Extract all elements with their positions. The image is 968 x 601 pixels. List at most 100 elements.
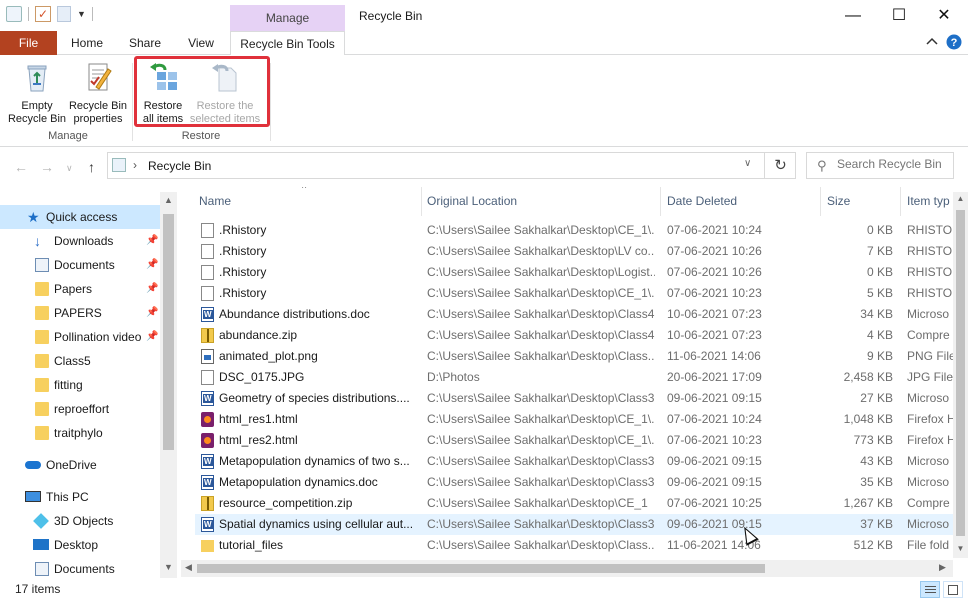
file-row[interactable]: tutorial_files C:\Users\Sailee Sakhalkar\…: [195, 535, 955, 556]
sidebar-item-desktop[interactable]: Desktop: [0, 533, 162, 557]
column-header-date-deleted[interactable]: Date Deleted: [667, 187, 737, 216]
new-folder-icon[interactable]: [57, 6, 71, 22]
refresh-button[interactable]: ↻: [764, 152, 796, 179]
file-row[interactable]: .Rhistory C:\Users\Sailee Sakhalkar\Deskt…: [195, 220, 955, 241]
file-list-vertical-scrollbar[interactable]: ▲ ▼: [953, 192, 968, 558]
sidebar-item-fitting[interactable]: fitting: [0, 373, 162, 397]
breadcrumb-separator-icon[interactable]: ›: [133, 158, 137, 172]
scroll-right-icon[interactable]: ▶: [939, 562, 946, 573]
search-box[interactable]: ⚲: [806, 152, 954, 179]
file-row[interactable]: .Rhistory C:\Users\Sailee Sakhalkar\Deskt…: [195, 283, 955, 304]
file-list-horizontal-scrollbar[interactable]: ◀ ▶: [181, 560, 953, 577]
file-row[interactable]: DSC_0175.JPG D:\Photos 20-06-2021 17:09 2,4…: [195, 367, 955, 388]
column-header-item-type[interactable]: Item typ: [907, 187, 950, 216]
pin-icon[interactable]: 📌: [146, 253, 158, 277]
scroll-up-icon[interactable]: ▲: [953, 194, 968, 203]
back-arrow-icon[interactable]: ←: [14, 159, 28, 175]
file-row[interactable]: Geometry of species distributions.... C:\…: [195, 388, 955, 409]
tab-recycle-bin-tools[interactable]: Recycle Bin Tools: [230, 31, 345, 56]
sidebar-item-quick-access[interactable]: ★ Quick access: [0, 205, 162, 229]
file-name: tutorial_files: [219, 538, 284, 552]
sidebar-item-documents[interactable]: Documents 📌: [0, 253, 162, 277]
pin-icon[interactable]: 📌: [146, 229, 158, 253]
column-header-original-location[interactable]: Original Location: [427, 187, 517, 216]
details-view-button[interactable]: [920, 581, 940, 598]
recycle-bin-properties-button[interactable]: Recycle Bin properties: [67, 61, 129, 126]
date-deleted: 09-06-2021 09:15: [667, 391, 762, 405]
recycle-bin-small-icon[interactable]: [6, 6, 22, 22]
tab-home[interactable]: Home: [62, 31, 112, 55]
scroll-down-icon[interactable]: ▼: [953, 544, 968, 553]
file-row[interactable]: abundance.zip C:\Users\Sailee Sakhalkar\D…: [195, 325, 955, 346]
scroll-left-icon[interactable]: ◀: [185, 562, 192, 573]
window-title: Recycle Bin: [359, 9, 423, 23]
horizontal-scroll-thumb[interactable]: [197, 564, 765, 573]
forward-arrow-icon[interactable]: →: [40, 159, 54, 175]
sidebar-item-this-pc[interactable]: This PC: [0, 485, 162, 509]
sidebar-item-papers[interactable]: Papers 📌: [0, 277, 162, 301]
word-document-icon: [201, 475, 214, 490]
sidebar-item-pollination-video[interactable]: Pollination video 📌: [0, 325, 162, 349]
sidebar-item-onedrive[interactable]: OneDrive: [0, 453, 162, 477]
sidebar-item-label: Documents: [54, 258, 115, 272]
sidebar-item-traitphylo[interactable]: traitphylo: [0, 421, 162, 445]
large-icons-view-button[interactable]: [943, 581, 963, 598]
file-name: .Rhistory: [219, 223, 267, 237]
column-divider[interactable]: [820, 187, 821, 216]
original-location: C:\Users\Sailee Sakhalkar\Desktop\Class3: [427, 454, 655, 468]
vertical-scroll-thumb[interactable]: [956, 210, 965, 536]
help-icon[interactable]: ?: [946, 34, 962, 50]
column-divider[interactable]: [421, 187, 422, 216]
file-row[interactable]: Metapopulation dynamics.doc C:\Users\Sail…: [195, 472, 955, 493]
sidebar-item-downloads[interactable]: ↓ Downloads 📌: [0, 229, 162, 253]
sidebar-item-class5[interactable]: Class5: [0, 349, 162, 373]
scroll-up-icon[interactable]: ▲: [160, 195, 177, 205]
file-row[interactable]: .Rhistory C:\Users\Sailee Sakhalkar\Deskt…: [195, 262, 955, 283]
word-document-icon: [201, 391, 214, 406]
customize-toolbar-dropdown[interactable]: ▼: [77, 9, 86, 19]
address-dropdown-icon[interactable]: ∨: [744, 158, 751, 169]
file-row[interactable]: html_res2.html C:\Users\Sailee Sakhalkar\…: [195, 430, 955, 451]
sidebar-item-reproeffort[interactable]: reproeffort: [0, 397, 162, 421]
breadcrumb[interactable]: Recycle Bin: [148, 159, 211, 173]
file-row[interactable]: Abundance distributions.doc C:\Users\Sail…: [195, 304, 955, 325]
tab-share[interactable]: Share: [120, 31, 170, 55]
file-size: 27 KB: [860, 391, 893, 405]
scroll-down-icon[interactable]: ▼: [160, 562, 177, 572]
pin-icon[interactable]: 📌: [146, 301, 158, 325]
column-header-size[interactable]: Size: [827, 187, 850, 216]
maximize-button[interactable]: ☐: [876, 0, 922, 31]
sidebar-item-documents-pc[interactable]: Documents: [0, 557, 162, 578]
tab-view[interactable]: View: [176, 31, 226, 55]
file-row[interactable]: Metapopulation dynamics of two s... C:\Us…: [195, 451, 955, 472]
address-bar[interactable]: › Recycle Bin ∨: [107, 152, 796, 179]
sidebar-item-label: 3D Objects: [54, 514, 114, 528]
button-label: Empty: [21, 100, 53, 112]
minimize-button[interactable]: —: [830, 0, 876, 31]
empty-recycle-bin-button[interactable]: Empty Recycle Bin: [6, 61, 68, 126]
file-row[interactable]: .Rhistory C:\Users\Sailee Sakhalkar\Deskt…: [195, 241, 955, 262]
file-row[interactable]: html_res1.html C:\Users\Sailee Sakhalkar\…: [195, 409, 955, 430]
file-row[interactable]: resource_competition.zip C:\Users\Sailee …: [195, 493, 955, 514]
pin-icon[interactable]: 📌: [146, 325, 158, 349]
sidebar-scroll-thumb[interactable]: [163, 214, 174, 450]
recent-locations-chevron-icon[interactable]: ∨: [66, 163, 73, 174]
search-input[interactable]: [837, 157, 952, 171]
file-row[interactable]: Spatial dynamics using cellular aut... C:…: [195, 514, 955, 535]
properties-check-icon[interactable]: ✓: [35, 6, 51, 22]
collapse-ribbon-icon[interactable]: [924, 34, 940, 50]
up-arrow-icon[interactable]: ↑: [88, 159, 95, 175]
pin-icon[interactable]: 📌: [146, 277, 158, 301]
column-divider[interactable]: [660, 187, 661, 216]
sidebar-item-label: Quick access: [46, 210, 118, 224]
file-size: 1,267 KB: [843, 496, 893, 510]
tab-file[interactable]: File: [0, 31, 57, 55]
column-divider[interactable]: [900, 187, 901, 216]
column-header-name[interactable]: Name: [199, 187, 231, 216]
original-location: C:\Users\Sailee Sakhalkar\Desktop\CE_1\.…: [427, 223, 655, 237]
file-row[interactable]: animated_plot.png C:\Users\Sailee Sakhalk…: [195, 346, 955, 367]
sidebar-item-papers-upper[interactable]: PAPERS 📌: [0, 301, 162, 325]
close-button[interactable]: ✕: [921, 0, 967, 31]
sidebar-item-3d-objects[interactable]: 3D Objects: [0, 509, 162, 533]
sidebar-scrollbar[interactable]: ▲ ▼: [160, 192, 177, 578]
